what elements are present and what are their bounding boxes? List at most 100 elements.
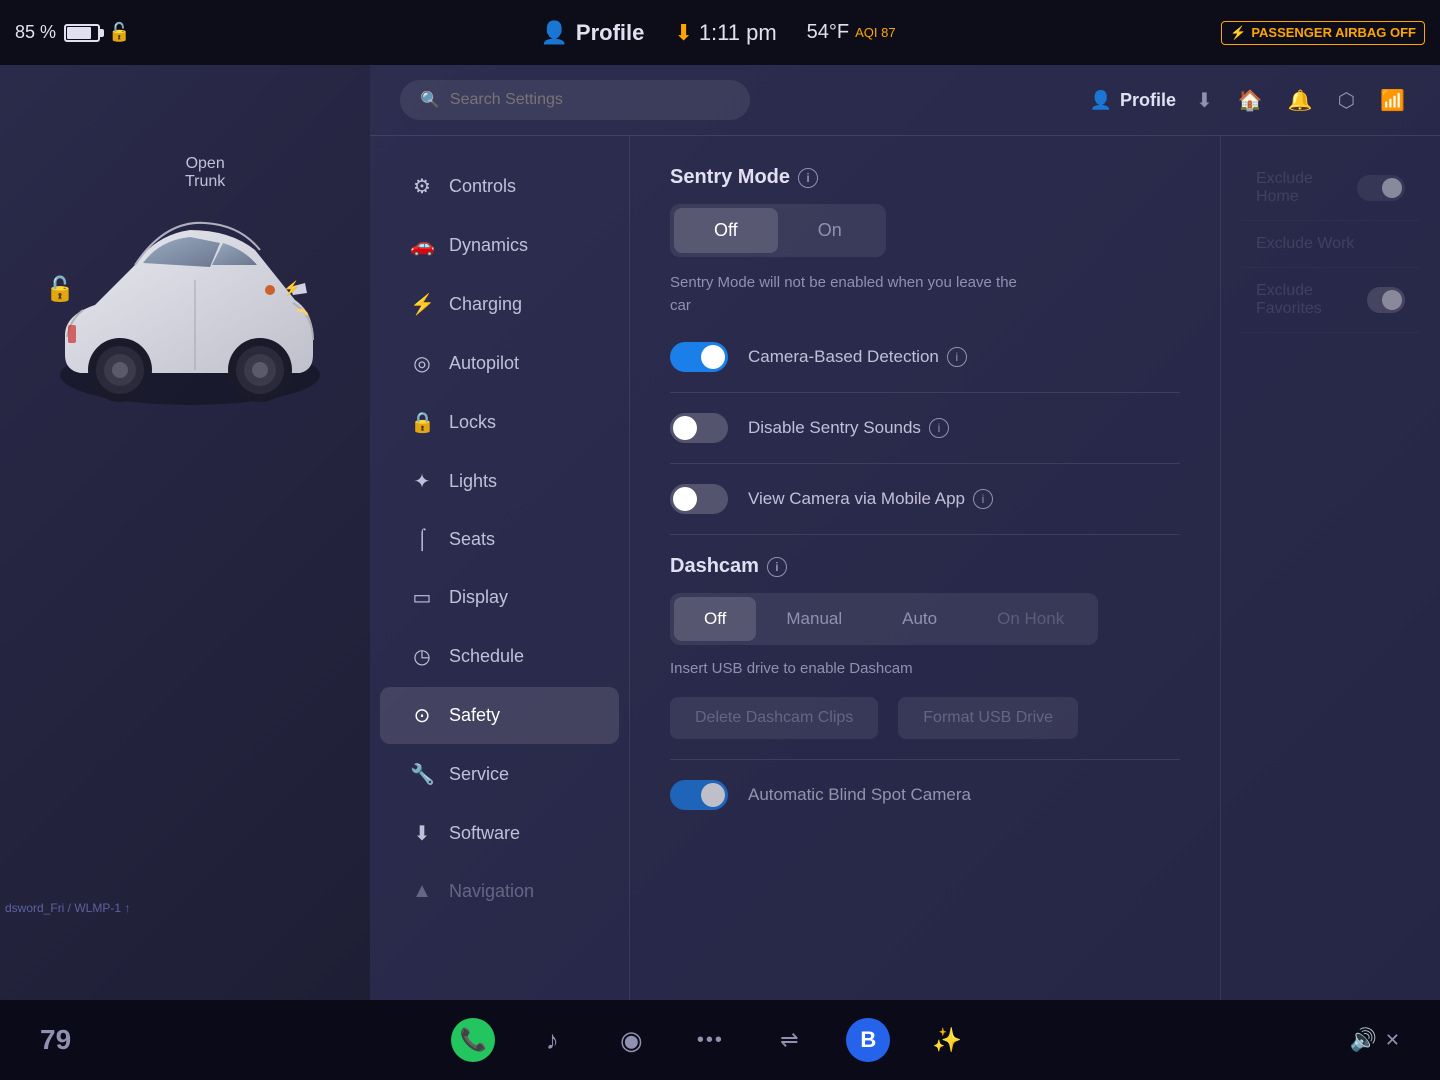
home-header-icon[interactable]: 🏠: [1233, 83, 1268, 118]
exclude-work-item[interactable]: Exclude Work: [1241, 221, 1420, 268]
software-icon: ⬇: [410, 821, 434, 846]
blind-spot-toggle[interactable]: [670, 780, 728, 810]
music-icon[interactable]: ♪: [530, 1018, 574, 1062]
lights-label: Lights: [449, 471, 497, 492]
sentry-mode-off-button[interactable]: Off: [674, 208, 778, 253]
divider-2: [670, 463, 1180, 464]
blind-spot-label: Automatic Blind Spot Camera: [748, 785, 971, 805]
status-right: ⚡ PASSENGER AIRBAG OFF: [1221, 21, 1425, 45]
car-lock-icon: 🔓: [45, 275, 75, 304]
service-label: Service: [449, 764, 509, 785]
search-box[interactable]: 🔍: [400, 80, 750, 120]
sidebar-item-seats[interactable]: ⌠ Seats: [380, 512, 619, 567]
seats-icon: ⌠: [410, 528, 434, 551]
mute-icon[interactable]: ✕: [1385, 1030, 1400, 1051]
download-icon: ⬇: [674, 20, 692, 46]
locks-icon: 🔒: [410, 410, 434, 435]
volume-icon: 🔊: [1350, 1027, 1377, 1053]
phone-icon[interactable]: 📞: [451, 1018, 495, 1062]
header-person-icon: 👤: [1090, 90, 1112, 111]
wifi-status: dsword_Fri / WLMP-1 ↑: [5, 901, 130, 915]
exclude-home-item[interactable]: Exclude Home: [1241, 156, 1420, 221]
bluetooth-icon[interactable]: B: [846, 1018, 890, 1062]
dashcam-on-honk-button[interactable]: On Honk: [967, 597, 1094, 641]
charging-icon: ⚡: [410, 292, 434, 317]
car-container: Open Trunk 🔓: [25, 95, 345, 515]
trunk-label: Open Trunk: [185, 155, 225, 191]
view-camera-info-icon[interactable]: i: [973, 489, 993, 509]
sidebar-item-lights[interactable]: ✦ Lights: [380, 453, 619, 510]
disable-sentry-sounds-info-icon[interactable]: i: [929, 418, 949, 438]
status-left: 85 % 🔓: [15, 22, 215, 43]
display-icon: ▭: [410, 585, 434, 610]
dashcam-info-icon[interactable]: i: [767, 557, 787, 577]
exclude-home-toggle[interactable]: [1357, 175, 1405, 201]
dashcam-manual-button[interactable]: Manual: [756, 597, 872, 641]
seats-label: Seats: [449, 529, 495, 550]
sparkle-icon[interactable]: ✨: [925, 1018, 969, 1062]
sidebar-item-dynamics[interactable]: 🚗 Dynamics: [380, 217, 619, 274]
settings-content: ⚙ Controls 🚗 Dynamics ⚡ Charging ◎ Autop…: [370, 136, 1440, 1000]
bell-header-icon[interactable]: 🔔: [1283, 83, 1318, 118]
dashcam-action-buttons: Delete Dashcam Clips Format USB Drive: [670, 697, 1180, 739]
exclude-favorites-label: Exclude Favorites: [1256, 282, 1367, 318]
sidebar-item-display[interactable]: ▭ Display: [380, 569, 619, 626]
settings-header: 🔍 👤 Profile ⬇ 🏠 🔔 ⬡ 📶: [370, 65, 1440, 136]
delete-dashcam-clips-button: Delete Dashcam Clips: [670, 697, 878, 739]
dashcam-auto-button[interactable]: Auto: [872, 597, 967, 641]
dashcam-toggle-group: Off Manual Auto On Honk: [670, 593, 1098, 645]
controls-icon: ⚙: [410, 174, 434, 199]
search-input[interactable]: [450, 91, 730, 109]
sidebar-item-software[interactable]: ⬇ Software: [380, 805, 619, 862]
camera-detection-toggle[interactable]: [670, 342, 728, 372]
apps-icon[interactable]: ◉: [609, 1018, 653, 1062]
dashcam-off-button[interactable]: Off: [674, 597, 756, 641]
exclude-favorites-item[interactable]: Exclude Favorites: [1241, 268, 1420, 333]
battery-icon: [64, 24, 100, 42]
shuffle-icon[interactable]: ⇌: [767, 1018, 811, 1062]
header-profile-button[interactable]: 👤 Profile: [1090, 90, 1176, 111]
airbag-icon: ⚡: [1230, 25, 1246, 41]
taskbar: 79 📞 ♪ ◉ ••• ⇌ B ✨ 🔊 ✕: [0, 1000, 1440, 1080]
sentry-mode-toggle-group: Off On: [670, 204, 886, 257]
dynamics-icon: 🚗: [410, 233, 434, 258]
camera-detection-info-icon[interactable]: i: [947, 347, 967, 367]
sentry-mode-title: Sentry Mode i: [670, 166, 1180, 189]
divider-4: [670, 759, 1180, 760]
sidebar-item-locks[interactable]: 🔒 Locks: [380, 394, 619, 451]
sidebar-item-service[interactable]: 🔧 Service: [380, 746, 619, 803]
controls-label: Controls: [449, 176, 516, 197]
format-usb-button: Format USB Drive: [898, 697, 1078, 739]
autopilot-icon: ◎: [410, 351, 434, 376]
main-settings-area: Sentry Mode i Off On Sentry Mode will no…: [630, 136, 1220, 1000]
sentry-mode-description: Sentry Mode will not be enabled when you…: [670, 272, 1020, 317]
volume-control[interactable]: 🔊 ✕: [1350, 1027, 1401, 1053]
sidebar-item-navigation[interactable]: ▲ Navigation: [380, 864, 619, 919]
time-display: ⬇ 1:11 pm: [674, 20, 776, 46]
charging-label: Charging: [449, 294, 522, 315]
exclude-panel: Exclude Home Exclude Work Exclude Favori…: [1220, 136, 1440, 1000]
disable-sentry-sounds-label: Disable Sentry Sounds i: [748, 418, 949, 438]
sidebar-item-controls[interactable]: ⚙ Controls: [380, 158, 619, 215]
sidebar-item-safety[interactable]: ⊙ Safety: [380, 687, 619, 744]
sentry-mode-info-icon[interactable]: i: [798, 168, 818, 188]
profile-button[interactable]: 👤 Profile: [541, 20, 645, 46]
sidebar-item-charging[interactable]: ⚡ Charging: [380, 276, 619, 333]
sidebar-item-autopilot[interactable]: ◎ Autopilot: [380, 335, 619, 392]
navigation-label: Navigation: [449, 881, 534, 902]
person-icon: 👤: [541, 20, 568, 46]
sidebar-item-schedule[interactable]: ◷ Schedule: [380, 628, 619, 685]
disable-sentry-sounds-toggle[interactable]: [670, 413, 728, 443]
signal-header-icon[interactable]: 📶: [1375, 83, 1410, 118]
navigation-icon: ▲: [410, 880, 434, 903]
more-icon[interactable]: •••: [688, 1018, 732, 1062]
sentry-mode-on-button[interactable]: On: [778, 208, 882, 253]
dynamics-label: Dynamics: [449, 235, 528, 256]
temp-value: 54°F: [807, 21, 849, 44]
exclude-home-label: Exclude Home: [1256, 170, 1357, 206]
bluetooth-header-icon[interactable]: ⬡: [1333, 83, 1360, 118]
view-camera-toggle[interactable]: [670, 484, 728, 514]
svg-text:⚡: ⚡: [283, 280, 300, 297]
download-header-icon[interactable]: ⬇: [1191, 83, 1218, 118]
profile-label: Profile: [576, 20, 644, 46]
